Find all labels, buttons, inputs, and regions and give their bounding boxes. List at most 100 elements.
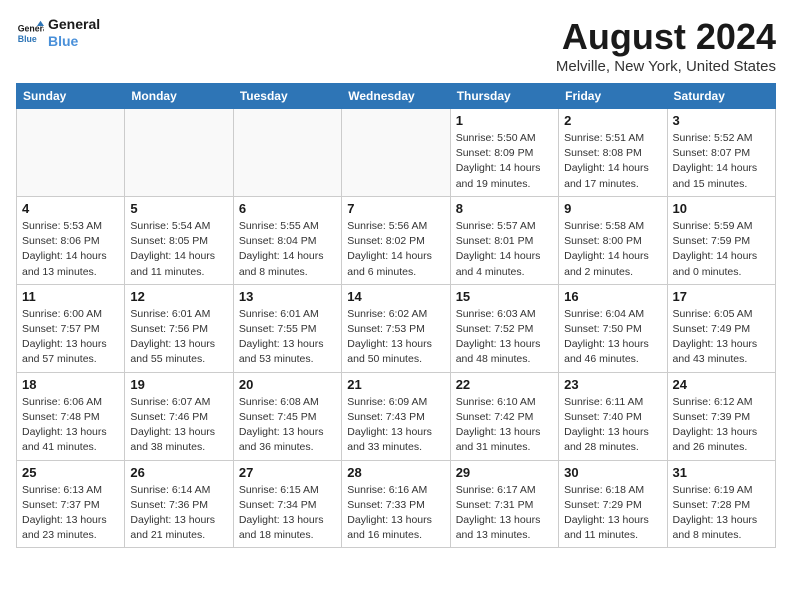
day-number: 6	[239, 201, 336, 216]
calendar-cell	[342, 109, 450, 197]
day-info: Sunrise: 6:10 AMSunset: 7:42 PMDaylight:…	[456, 395, 553, 456]
calendar-cell: 6 Sunrise: 5:55 AMSunset: 8:04 PMDaylight…	[233, 196, 341, 284]
calendar-cell: 30 Sunrise: 6:18 AMSunset: 7:29 PMDayligh…	[559, 460, 667, 548]
day-info: Sunrise: 5:52 AMSunset: 8:07 PMDaylight:…	[673, 131, 770, 192]
day-number: 19	[130, 377, 227, 392]
day-number: 7	[347, 201, 444, 216]
day-info: Sunrise: 6:00 AMSunset: 7:57 PMDaylight:…	[22, 307, 119, 368]
day-info: Sunrise: 5:55 AMSunset: 8:04 PMDaylight:…	[239, 219, 336, 280]
calendar-cell: 13Sunrise: 6:01 AMSunset: 7:55 PMDayligh…	[233, 284, 341, 372]
calendar-cell: 12 Sunrise: 6:01 AMSunset: 7:56 PMDayligh…	[125, 284, 233, 372]
calendar-cell: 14Sunrise: 6:02 AMSunset: 7:53 PMDayligh…	[342, 284, 450, 372]
day-number: 28	[347, 465, 444, 480]
day-number: 31	[673, 465, 770, 480]
calendar-cell: 17 Sunrise: 6:05 AMSunset: 7:49 PMDayligh…	[667, 284, 775, 372]
day-info: Sunrise: 5:56 AMSunset: 8:02 PMDaylight:…	[347, 219, 444, 280]
day-number: 24	[673, 377, 770, 392]
day-number: 10	[673, 201, 770, 216]
calendar-cell: 4 Sunrise: 5:53 AMSunset: 8:06 PMDaylight…	[17, 196, 125, 284]
day-info: Sunrise: 6:04 AMSunset: 7:50 PMDaylight:…	[564, 307, 661, 368]
day-info: Sunrise: 6:06 AMSunset: 7:48 PMDaylight:…	[22, 395, 119, 456]
calendar-cell: 1 Sunrise: 5:50 AMSunset: 8:09 PMDaylight…	[450, 109, 558, 197]
calendar-cell: 21 Sunrise: 6:09 AMSunset: 7:43 PMDayligh…	[342, 372, 450, 460]
weekday-friday: Friday	[559, 84, 667, 109]
title-block: August 2024 Melville, New York, United S…	[556, 16, 776, 75]
weekday-monday: Monday	[125, 84, 233, 109]
calendar-cell: 15Sunrise: 6:03 AMSunset: 7:52 PMDayligh…	[450, 284, 558, 372]
day-info: Sunrise: 6:15 AMSunset: 7:34 PMDaylight:…	[239, 483, 336, 544]
day-info: Sunrise: 6:05 AMSunset: 7:49 PMDaylight:…	[673, 307, 770, 368]
day-number: 23	[564, 377, 661, 392]
calendar-cell	[17, 109, 125, 197]
day-number: 17	[673, 289, 770, 304]
calendar-cell: 16Sunrise: 6:04 AMSunset: 7:50 PMDayligh…	[559, 284, 667, 372]
day-number: 20	[239, 377, 336, 392]
day-info: Sunrise: 6:01 AMSunset: 7:55 PMDaylight:…	[239, 307, 336, 368]
weekday-thursday: Thursday	[450, 84, 558, 109]
day-number: 9	[564, 201, 661, 216]
day-info: Sunrise: 6:12 AMSunset: 7:39 PMDaylight:…	[673, 395, 770, 456]
day-number: 21	[347, 377, 444, 392]
calendar-cell: 31 Sunrise: 6:19 AMSunset: 7:28 PMDayligh…	[667, 460, 775, 548]
calendar-cell: 11 Sunrise: 6:00 AMSunset: 7:57 PMDayligh…	[17, 284, 125, 372]
calendar-table: SundayMondayTuesdayWednesdayThursdayFrid…	[16, 83, 776, 548]
calendar-subtitle: Melville, New York, United States	[556, 58, 776, 75]
day-number: 3	[673, 113, 770, 128]
weekday-header-row: SundayMondayTuesdayWednesdayThursdayFrid…	[17, 84, 776, 109]
day-info: Sunrise: 5:54 AMSunset: 8:05 PMDaylight:…	[130, 219, 227, 280]
week-row-2: 4 Sunrise: 5:53 AMSunset: 8:06 PMDaylight…	[17, 196, 776, 284]
day-number: 11	[22, 289, 119, 304]
day-number: 1	[456, 113, 553, 128]
calendar-cell: 9 Sunrise: 5:58 AMSunset: 8:00 PMDaylight…	[559, 196, 667, 284]
calendar-cell: 27 Sunrise: 6:15 AMSunset: 7:34 PMDayligh…	[233, 460, 341, 548]
day-info: Sunrise: 6:18 AMSunset: 7:29 PMDaylight:…	[564, 483, 661, 544]
logo-icon: General Blue	[16, 19, 44, 47]
day-info: Sunrise: 6:11 AMSunset: 7:40 PMDaylight:…	[564, 395, 661, 456]
day-info: Sunrise: 5:59 AMSunset: 7:59 PMDaylight:…	[673, 219, 770, 280]
logo-text: GeneralBlue	[48, 16, 100, 50]
calendar-cell: 19Sunrise: 6:07 AMSunset: 7:46 PMDayligh…	[125, 372, 233, 460]
calendar-cell: 3 Sunrise: 5:52 AMSunset: 8:07 PMDaylight…	[667, 109, 775, 197]
day-number: 27	[239, 465, 336, 480]
calendar-title: August 2024	[556, 16, 776, 58]
day-info: Sunrise: 6:14 AMSunset: 7:36 PMDaylight:…	[130, 483, 227, 544]
calendar-cell: 29Sunrise: 6:17 AMSunset: 7:31 PMDayligh…	[450, 460, 558, 548]
day-info: Sunrise: 6:01 AMSunset: 7:56 PMDaylight:…	[130, 307, 227, 368]
day-number: 8	[456, 201, 553, 216]
day-number: 4	[22, 201, 119, 216]
day-info: Sunrise: 6:08 AMSunset: 7:45 PMDaylight:…	[239, 395, 336, 456]
day-number: 5	[130, 201, 227, 216]
day-number: 30	[564, 465, 661, 480]
day-info: Sunrise: 6:19 AMSunset: 7:28 PMDaylight:…	[673, 483, 770, 544]
week-row-4: 18 Sunrise: 6:06 AMSunset: 7:48 PMDayligh…	[17, 372, 776, 460]
day-info: Sunrise: 6:16 AMSunset: 7:33 PMDaylight:…	[347, 483, 444, 544]
day-number: 18	[22, 377, 119, 392]
calendar-cell: 20 Sunrise: 6:08 AMSunset: 7:45 PMDayligh…	[233, 372, 341, 460]
calendar-cell: 28 Sunrise: 6:16 AMSunset: 7:33 PMDayligh…	[342, 460, 450, 548]
calendar-cell: 8 Sunrise: 5:57 AMSunset: 8:01 PMDaylight…	[450, 196, 558, 284]
day-number: 2	[564, 113, 661, 128]
day-info: Sunrise: 5:58 AMSunset: 8:00 PMDaylight:…	[564, 219, 661, 280]
calendar-cell: 7 Sunrise: 5:56 AMSunset: 8:02 PMDaylight…	[342, 196, 450, 284]
day-number: 14	[347, 289, 444, 304]
weekday-sunday: Sunday	[17, 84, 125, 109]
day-info: Sunrise: 6:09 AMSunset: 7:43 PMDaylight:…	[347, 395, 444, 456]
calendar-cell: 25Sunrise: 6:13 AMSunset: 7:37 PMDayligh…	[17, 460, 125, 548]
calendar-cell: 23 Sunrise: 6:11 AMSunset: 7:40 PMDayligh…	[559, 372, 667, 460]
calendar-cell: 26Sunrise: 6:14 AMSunset: 7:36 PMDayligh…	[125, 460, 233, 548]
calendar-cell: 24 Sunrise: 6:12 AMSunset: 7:39 PMDayligh…	[667, 372, 775, 460]
weekday-tuesday: Tuesday	[233, 84, 341, 109]
day-info: Sunrise: 6:17 AMSunset: 7:31 PMDaylight:…	[456, 483, 553, 544]
calendar-cell: 22Sunrise: 6:10 AMSunset: 7:42 PMDayligh…	[450, 372, 558, 460]
day-info: Sunrise: 5:57 AMSunset: 8:01 PMDaylight:…	[456, 219, 553, 280]
svg-text:Blue: Blue	[18, 34, 37, 44]
week-row-5: 25Sunrise: 6:13 AMSunset: 7:37 PMDayligh…	[17, 460, 776, 548]
day-info: Sunrise: 5:50 AMSunset: 8:09 PMDaylight:…	[456, 131, 553, 192]
day-info: Sunrise: 5:51 AMSunset: 8:08 PMDaylight:…	[564, 131, 661, 192]
calendar-cell: 2 Sunrise: 5:51 AMSunset: 8:08 PMDaylight…	[559, 109, 667, 197]
weekday-saturday: Saturday	[667, 84, 775, 109]
week-row-3: 11 Sunrise: 6:00 AMSunset: 7:57 PMDayligh…	[17, 284, 776, 372]
day-info: Sunrise: 5:53 AMSunset: 8:06 PMDaylight:…	[22, 219, 119, 280]
day-number: 12	[130, 289, 227, 304]
logo: General Blue GeneralBlue	[16, 16, 100, 50]
